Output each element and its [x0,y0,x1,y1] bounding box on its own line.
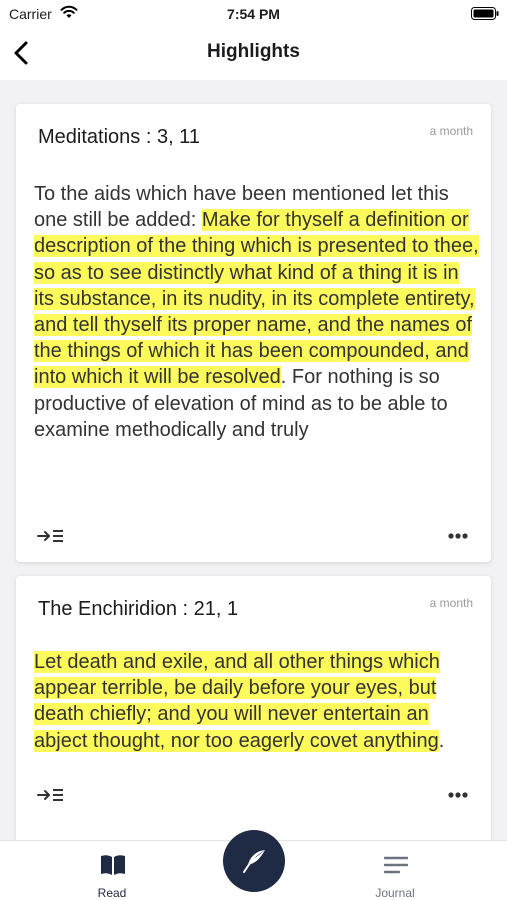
page-title: Highlights [207,41,300,62]
more-horizontal-icon [443,792,473,810]
more-options-button[interactable] [443,784,473,806]
new-journal-entry-button[interactable] [223,830,285,892]
card-title: The Enchiridion : 21, 1 [38,598,239,620]
card-passage: To the aids which have been mentioned le… [34,181,480,443]
highlighted-text: Make for thyself a definition or descrip… [34,209,479,389]
status-time: 7:54 PM [227,6,280,22]
book-icon [100,853,126,877]
status-bar: Carrier 7:54 PM [0,0,507,28]
tab-label: Journal [375,886,415,900]
passage-text: . [438,729,445,752]
card-timestamp: a month [429,124,473,138]
highlighted-text: Let death and exile, and all other thing… [34,651,440,752]
tab-journal[interactable]: Journal [350,841,440,900]
journal-lines-icon [383,853,409,877]
tab-read[interactable]: Read [67,841,157,900]
card-title: Meditations : 3, 11 [38,126,200,148]
highlight-card[interactable]: The Enchiridion : 21, 1 a month Let deat… [16,576,491,840]
more-options-button[interactable] [443,525,473,547]
card-timestamp: a month [429,596,473,610]
card-passage: Let death and exile, and all other thing… [34,649,480,754]
nav-bar: Highlights [0,28,507,80]
more-horizontal-icon [443,533,473,551]
goto-passage-button[interactable] [36,784,66,806]
goto-passage-icon [36,789,66,810]
highlights-list[interactable]: Meditations : 3, 11 a month To the aids … [0,80,507,840]
tab-label: Read [97,886,127,900]
battery-icon [471,7,499,25]
highlight-card[interactable]: Meditations : 3, 11 a month To the aids … [16,104,491,562]
goto-passage-button[interactable] [36,525,66,547]
goto-passage-icon [36,530,66,551]
